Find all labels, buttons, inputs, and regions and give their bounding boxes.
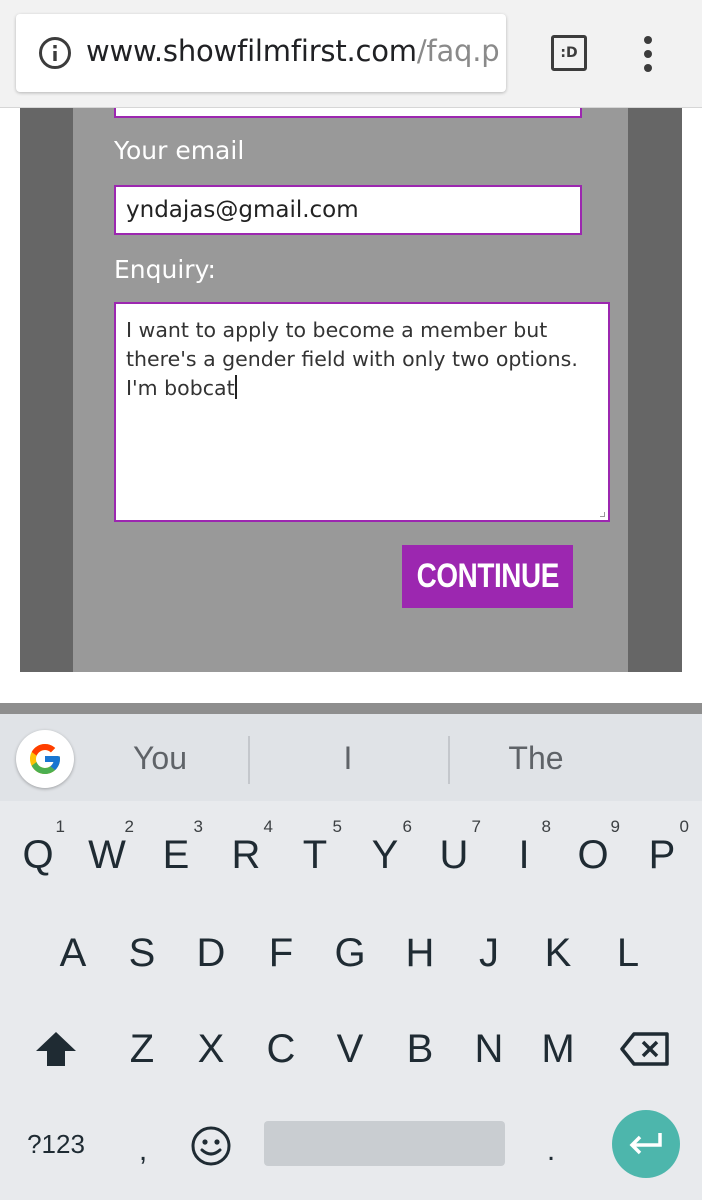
key-v[interactable]: V <box>319 1009 381 1089</box>
key-o[interactable]: O9 <box>562 815 624 895</box>
continue-button[interactable]: CONTINUE <box>402 545 573 608</box>
email-label: Your email <box>114 136 245 165</box>
key-r[interactable]: R4 <box>215 815 277 895</box>
enquiry-textarea[interactable]: I want to apply to become a member but t… <box>114 302 610 522</box>
key-a[interactable]: A <box>42 913 104 993</box>
enquiry-text: I want to apply to become a member but t… <box>126 318 578 400</box>
key-n[interactable]: N <box>458 1009 520 1089</box>
keyboard-top-border <box>0 703 702 714</box>
key-u[interactable]: U7 <box>423 815 485 895</box>
enquiry-label: Enquiry: <box>114 255 216 284</box>
key-s[interactable]: S <box>111 913 173 993</box>
web-page: Your email yndajas@gmail.com Enquiry: I … <box>0 108 702 703</box>
suggestion-strip: You I The <box>0 714 702 801</box>
url-host: www.showfilmfirst.com <box>86 34 417 68</box>
suggestion-divider <box>248 736 250 784</box>
backspace-icon <box>620 1032 669 1066</box>
key-h[interactable]: H <box>389 913 451 993</box>
suggestion-3[interactable]: The <box>476 740 596 777</box>
key-x[interactable]: X <box>180 1009 242 1089</box>
suggestion-2[interactable]: I <box>298 740 398 777</box>
enter-icon <box>629 1133 662 1155</box>
key-f[interactable]: F <box>250 913 312 993</box>
period-key[interactable]: . <box>526 1121 576 1181</box>
key-c[interactable]: C <box>250 1009 312 1089</box>
key-q[interactable]: Q1 <box>7 815 69 895</box>
suggestion-divider <box>448 736 450 784</box>
address-bar[interactable]: www.showfilmfirst.com/faq.p <box>16 14 506 92</box>
browser-toolbar: www.showfilmfirst.com/faq.p :D <box>0 0 702 108</box>
backspace-key[interactable] <box>610 1009 680 1089</box>
key-e[interactable]: E3 <box>145 815 207 895</box>
key-j[interactable]: J <box>458 913 520 993</box>
comma-key[interactable]: , <box>118 1121 168 1181</box>
key-d[interactable]: D <box>180 913 242 993</box>
email-input[interactable]: yndajas@gmail.com <box>114 185 582 235</box>
tab-switcher-button[interactable]: :D <box>551 35 587 71</box>
key-k[interactable]: K <box>527 913 589 993</box>
suggestion-1[interactable]: You <box>100 740 220 777</box>
key-y[interactable]: Y6 <box>354 815 416 895</box>
emoji-icon[interactable] <box>188 1123 234 1169</box>
space-bar[interactable] <box>264 1121 505 1166</box>
symbols-key[interactable]: ?123 <box>14 1119 98 1169</box>
key-p[interactable]: P0 <box>631 815 693 895</box>
info-icon[interactable] <box>38 36 72 70</box>
more-vert-icon[interactable] <box>640 36 656 74</box>
soft-keyboard: You I The Q1 W2 E3 R4 T5 Y6 U7 I8 O9 P0 … <box>0 703 702 1200</box>
resize-grip-icon[interactable] <box>600 512 605 517</box>
key-i[interactable]: I8 <box>493 815 555 895</box>
key-w[interactable]: W2 <box>76 815 138 895</box>
continue-button-label: CONTINUE <box>416 557 559 595</box>
key-t[interactable]: T5 <box>284 815 346 895</box>
key-l[interactable]: L <box>597 913 659 993</box>
name-input[interactable] <box>114 108 582 118</box>
key-m[interactable]: M <box>527 1009 589 1089</box>
url-text[interactable]: www.showfilmfirst.com/faq.p <box>86 34 500 68</box>
key-b[interactable]: B <box>389 1009 451 1089</box>
enter-key[interactable] <box>612 1110 680 1178</box>
google-g-icon[interactable] <box>16 730 74 788</box>
key-z[interactable]: Z <box>111 1009 173 1089</box>
text-cursor <box>234 375 237 399</box>
shift-icon <box>36 1032 76 1066</box>
url-path: /faq.p <box>416 34 500 68</box>
shift-key[interactable] <box>21 1009 91 1089</box>
key-g[interactable]: G <box>319 913 381 993</box>
